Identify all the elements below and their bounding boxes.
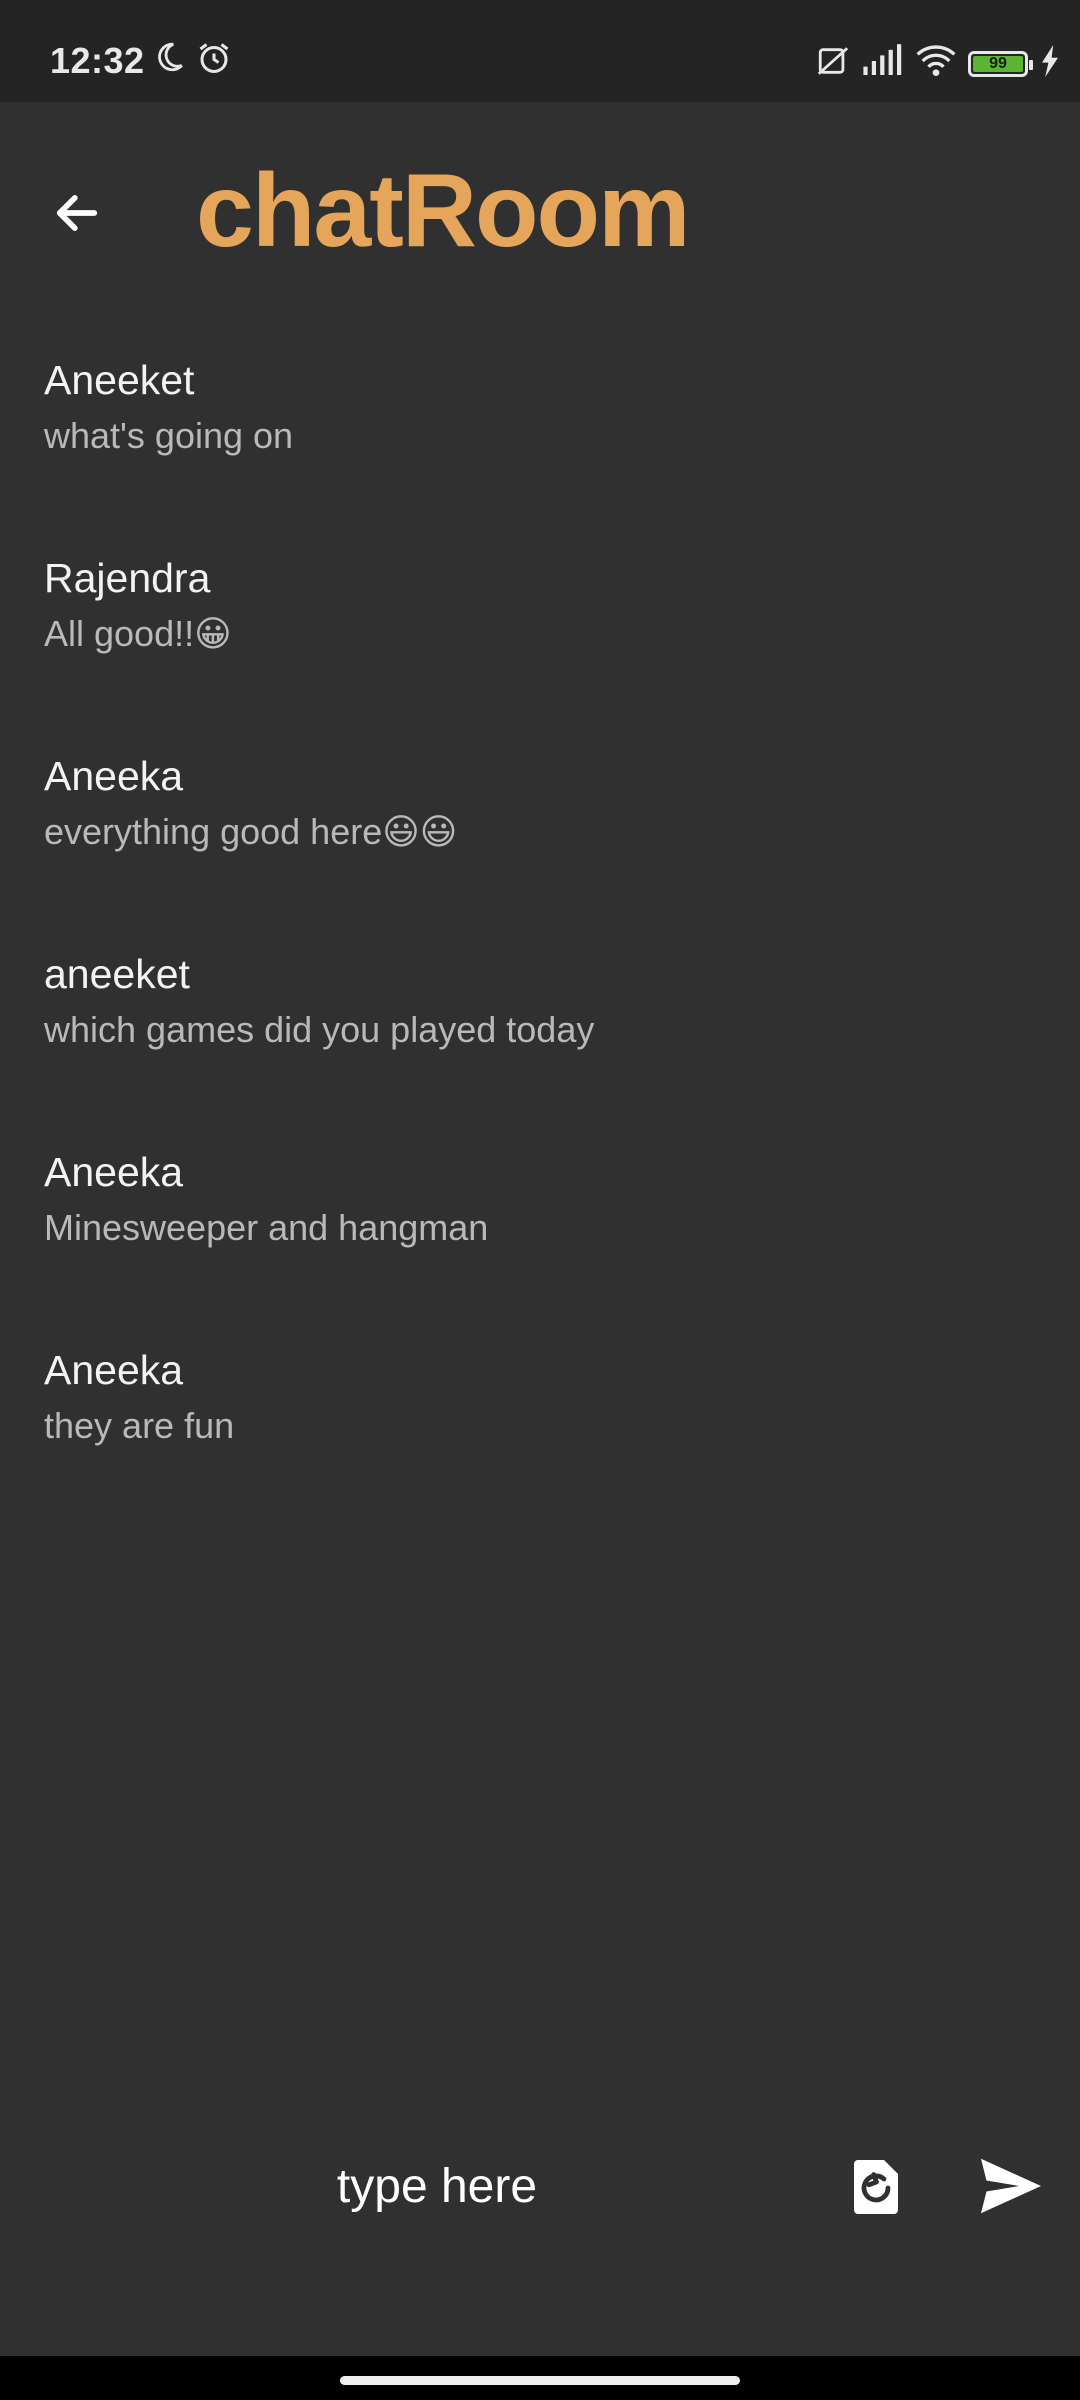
message-text: Minesweeper and hangman bbox=[44, 1207, 489, 1248]
no-sim-icon bbox=[816, 44, 850, 83]
arrow-left-icon bbox=[56, 195, 98, 231]
battery-cap bbox=[1029, 59, 1033, 70]
message-item: Aneeket what's going on bbox=[0, 352, 1080, 550]
battery-icon: 99 bbox=[968, 50, 1033, 77]
message-text: everything good here😃😃 bbox=[44, 811, 458, 852]
status-time: 12:32 bbox=[50, 40, 145, 81]
message-item: Aneeka Minesweeper and hangman bbox=[0, 1144, 1080, 1342]
message-list[interactable]: Aneeket what's going on Rajendra All goo… bbox=[0, 352, 1080, 1540]
message-text: they are fun bbox=[44, 1405, 235, 1446]
message-sender: Aneeka bbox=[44, 1347, 184, 1393]
message-text: All good!!😀 bbox=[44, 613, 232, 654]
message-sender: Rajendra bbox=[44, 555, 211, 601]
system-nav-bar bbox=[0, 2356, 1080, 2400]
send-icon bbox=[981, 2158, 1041, 2214]
message-sender: Aneeka bbox=[44, 1149, 184, 1195]
message-sender: Aneeket bbox=[44, 357, 195, 403]
message-text: which games did you played today bbox=[44, 1009, 595, 1050]
status-bar: 12:32 99 bbox=[0, 0, 1080, 102]
app-bar: chatRoom bbox=[0, 102, 1080, 322]
message-composer bbox=[0, 2140, 1080, 2232]
message-item: aneeket which games did you played today bbox=[0, 946, 1080, 1144]
message-item: Rajendra All good!!😀 bbox=[0, 550, 1080, 748]
message-sender: Aneeka bbox=[44, 753, 184, 799]
page-title: chatRoom bbox=[196, 153, 690, 269]
message-input[interactable] bbox=[220, 2140, 654, 2232]
message-item: Aneeka they are fun bbox=[0, 1342, 1080, 1540]
battery-level: 99 bbox=[973, 55, 1023, 72]
send-button[interactable] bbox=[978, 2156, 1044, 2216]
message-text: what's going on bbox=[44, 415, 294, 456]
wifi-icon bbox=[916, 44, 956, 83]
alarm-icon bbox=[196, 40, 232, 81]
refresh-icon bbox=[854, 2160, 898, 2214]
back-button[interactable] bbox=[42, 178, 112, 248]
status-right-icons: 99 bbox=[816, 44, 1060, 83]
refresh-button[interactable] bbox=[850, 2154, 906, 2216]
home-indicator[interactable] bbox=[340, 2376, 740, 2385]
charging-icon bbox=[1040, 45, 1060, 82]
message-item: Aneeka everything good here😃😃 bbox=[0, 748, 1080, 946]
signal-icon bbox=[862, 44, 904, 83]
status-left-icons bbox=[152, 40, 232, 81]
message-sender: aneeket bbox=[44, 951, 190, 997]
moon-icon bbox=[152, 40, 186, 81]
